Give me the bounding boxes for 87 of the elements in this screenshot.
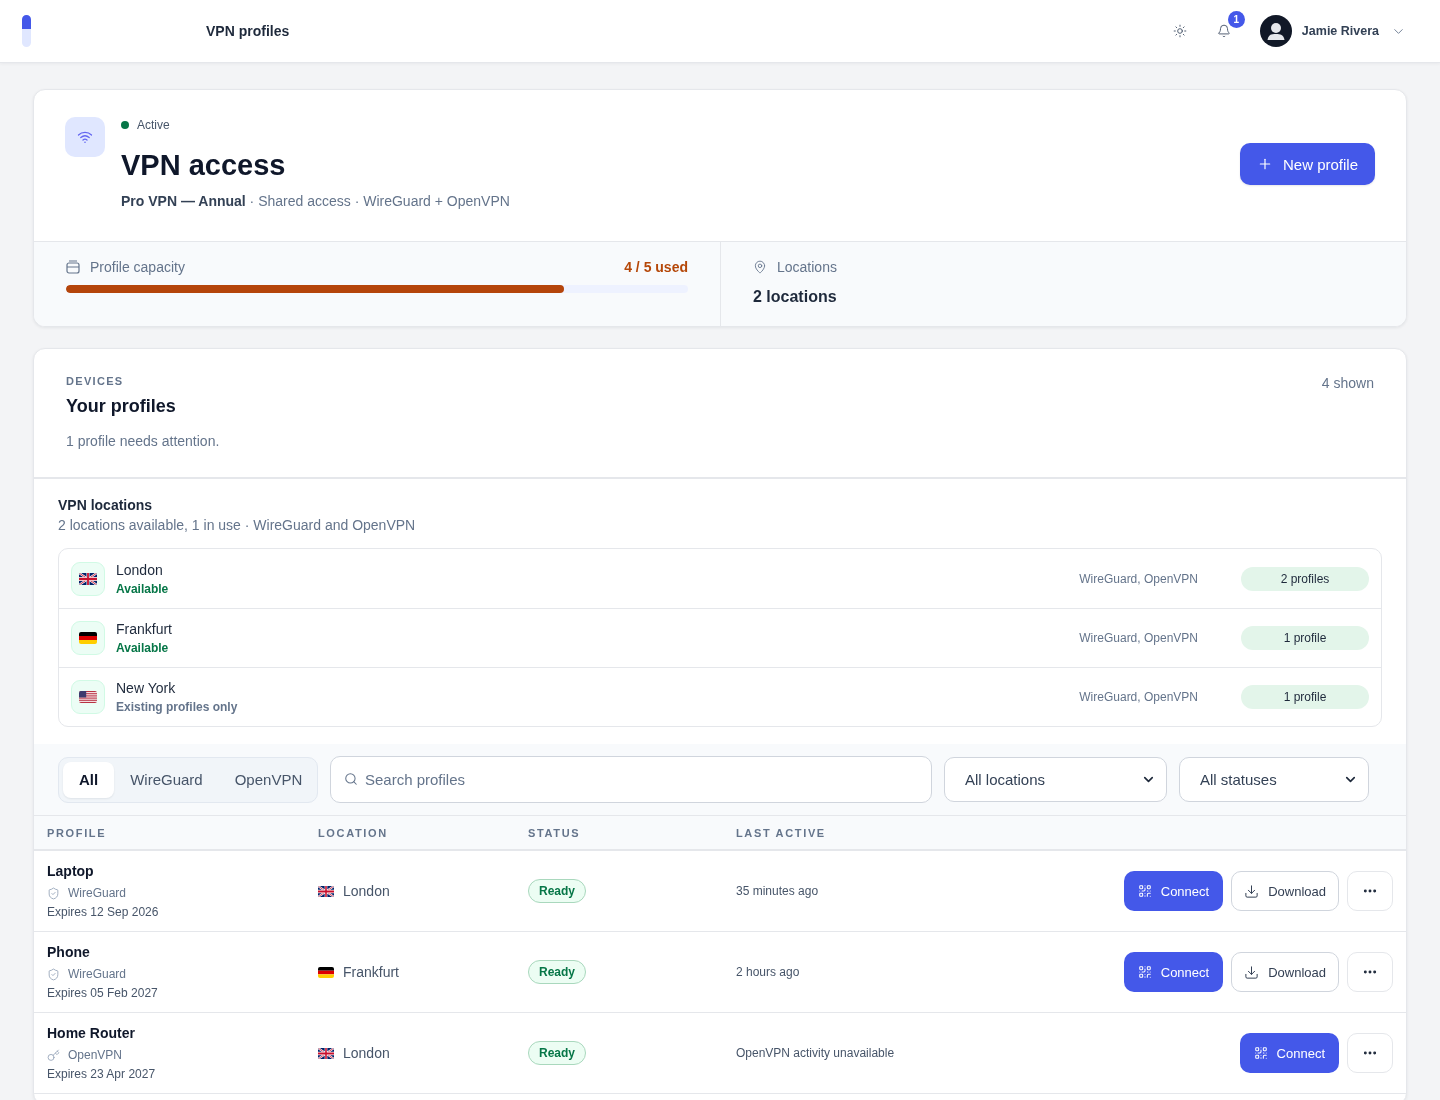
- profile-count: 2 profiles: [1241, 566, 1369, 591]
- location-select[interactable]: All locations: [944, 757, 1167, 802]
- status-select[interactable]: All statuses: [1179, 757, 1369, 802]
- location-status: Existing profiles only: [116, 699, 238, 715]
- column-header: LOCATION: [318, 826, 388, 839]
- german-flag-icon: [71, 621, 105, 655]
- attention-note: 1 profile needs attention.: [66, 432, 220, 451]
- page-title: VPN profiles: [206, 23, 291, 39]
- qr-code-icon: [1137, 965, 1152, 979]
- column-header: PROFILE: [47, 826, 107, 839]
- protocol-list: WireGuard, OpenVPN: [1079, 690, 1198, 704]
- section-eyebrow: DEVICES: [66, 374, 124, 389]
- protocol-list: WireGuard, OpenVPN: [1079, 631, 1198, 645]
- column-header: STATUS: [528, 826, 581, 839]
- download-icon: [1244, 883, 1260, 899]
- section-title: Your profiles: [66, 395, 176, 418]
- search-field[interactable]: Search profiles: [330, 756, 932, 803]
- connect-button[interactable]: Connect: [1123, 952, 1224, 992]
- search-icon: [344, 772, 358, 786]
- bell-icon: [1216, 24, 1231, 38]
- profile-name: Home Router: [47, 1024, 135, 1042]
- expiry-date: Expires 23 Apr 2027: [47, 1066, 156, 1082]
- last-active: 2 hours ago: [736, 965, 800, 979]
- plan-subtitle: Pro VPN — Annual · Shared access · WireGuard + OpenVPN: [121, 192, 510, 211]
- status-tag: Ready: [528, 879, 587, 903]
- locations-summary: 2 locations available, 1 in use · WireGuard and OpenVPN: [58, 516, 416, 535]
- download-icon: [1244, 964, 1260, 980]
- new-profile-button[interactable]: New profile: [1239, 143, 1375, 185]
- shown-count: 4 shown: [1321, 374, 1374, 393]
- user-menu-button[interactable]: Jamie Rivera: [1259, 15, 1406, 47]
- uk-flag-icon: [318, 885, 334, 897]
- location-status: Available: [116, 580, 169, 597]
- column-header: LAST ACTIVE: [736, 826, 826, 839]
- location-status: Available: [116, 640, 169, 656]
- last-active: 35 minutes ago: [736, 884, 819, 898]
- map-pin-icon: [753, 260, 767, 274]
- filter-tab[interactable]: All: [63, 761, 115, 798]
- last-active: OpenVPN activity unavailable: [736, 1046, 895, 1060]
- uk-flag-icon: [71, 561, 105, 596]
- shield-check-icon: [47, 967, 60, 981]
- connect-button[interactable]: Connect: [1123, 871, 1224, 911]
- status-tag: Ready: [528, 1041, 587, 1065]
- expiry-date: Expires 05 Feb 2027: [47, 985, 158, 1001]
- more-button[interactable]: [1347, 871, 1393, 911]
- download-button[interactable]: Download: [1231, 871, 1339, 911]
- plan-title: VPN access: [121, 148, 286, 183]
- notification-count: 1: [1227, 11, 1245, 28]
- filter-tab[interactable]: OpenVPN: [218, 761, 319, 798]
- more-button[interactable]: [1347, 952, 1393, 992]
- expiry-date: Expires 12 Sep 2026: [47, 904, 159, 920]
- capacity-label: Profile capacity: [90, 259, 185, 275]
- user-avatar-icon: [1259, 15, 1292, 47]
- protocol-label: WireGuard: [68, 966, 126, 982]
- location-name: London: [116, 560, 163, 579]
- location-name: London: [343, 883, 390, 899]
- protocol-list: WireGuard, OpenVPN: [1079, 571, 1198, 586]
- profile-count: 1 profile: [1241, 685, 1369, 709]
- protocol-label: OpenVPN: [68, 1047, 123, 1063]
- protocol-label: WireGuard: [68, 885, 126, 901]
- qr-code-icon: [1253, 1046, 1268, 1060]
- capacity-reading: 4 / 5 used: [624, 259, 688, 275]
- locations-title: VPN locations: [58, 496, 153, 515]
- uk-flag-icon: [318, 1047, 334, 1059]
- german-flag-icon: [318, 966, 334, 978]
- connect-button[interactable]: Connect: [1239, 1033, 1339, 1073]
- shield-check-icon: [47, 886, 60, 900]
- location-name: London: [343, 1045, 390, 1061]
- locations-label: Locations: [777, 259, 837, 275]
- qr-code-icon: [1137, 884, 1152, 898]
- profile-name: Phone: [47, 943, 90, 961]
- box-icon: [66, 260, 80, 274]
- status-text: Active: [137, 118, 170, 132]
- profile-count: 1 profile: [1241, 626, 1369, 650]
- location-name: Frankfurt: [116, 620, 172, 638]
- logo: [22, 15, 31, 47]
- locations-count: 2 locations: [753, 287, 838, 307]
- us-flag-icon: [71, 680, 105, 714]
- download-button[interactable]: Download: [1231, 952, 1339, 992]
- key-icon: [47, 1048, 60, 1062]
- more-button[interactable]: [1347, 1033, 1393, 1073]
- wifi-icon: [65, 117, 105, 157]
- filter-tab[interactable]: WireGuard: [114, 761, 219, 798]
- location-name: New York: [116, 679, 176, 697]
- sun-icon: [1172, 24, 1187, 38]
- status-tag: Ready: [528, 960, 587, 984]
- location-name: Frankfurt: [343, 964, 399, 980]
- profile-name: Laptop: [47, 862, 94, 880]
